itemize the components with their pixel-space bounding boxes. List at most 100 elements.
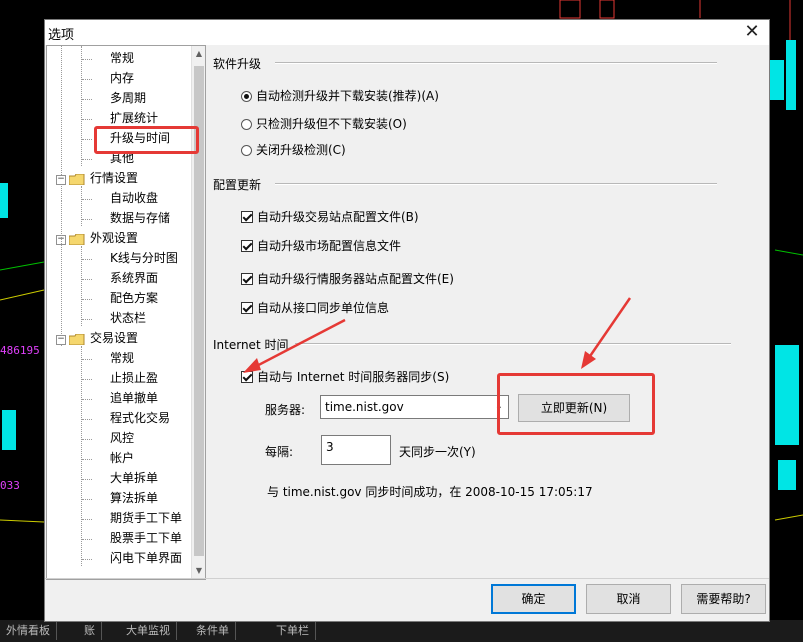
taskbar-tab[interactable]: 下单栏 <box>270 622 316 640</box>
upgrade-option-check-only-label: 只检测升级但不下载安装(O) <box>256 117 407 131</box>
tree-branch <box>82 459 92 460</box>
tree-branch <box>82 259 92 260</box>
title-bar: 选项 ✕ <box>45 20 769 45</box>
internet-time-sync-option[interactable]: 自动与 Internet 时间服务器同步(S) <box>241 369 449 385</box>
tree-branch <box>82 59 92 60</box>
tree-item-general[interactable]: 常规 <box>110 49 134 67</box>
checkbox-checked-icon[interactable] <box>241 371 253 383</box>
config-option-unit-sync-label: 自动从接口同步单位信息 <box>257 301 390 315</box>
server-select[interactable]: time.nist.gov ⌄ <box>320 395 509 419</box>
tree-item-auto-close[interactable]: 自动收盘 <box>110 189 158 207</box>
tree-item-algo-split[interactable]: 算法拆单 <box>110 489 158 507</box>
checkbox-checked-icon[interactable] <box>241 240 253 252</box>
taskbar-tab[interactable]: 外情看板 <box>0 622 57 640</box>
taskbar-tab[interactable]: 大单监视 <box>120 622 177 640</box>
tree-branch <box>82 199 92 200</box>
tree-branch <box>82 539 92 540</box>
tree-item-kline[interactable]: K线与分时图 <box>110 249 178 267</box>
upgrade-section-title: 软件升级 <box>213 57 262 71</box>
tree-item-futures-manual[interactable]: 期货手工下单 <box>110 509 182 527</box>
tree-guide-line <box>81 46 82 166</box>
tree-item-stock-manual[interactable]: 股票手工下单 <box>110 529 182 547</box>
tree-item-multi-period[interactable]: 多周期 <box>110 89 146 107</box>
tree-item-large-order-split[interactable]: 大单拆单 <box>110 469 158 487</box>
config-option-market-label: 自动升级市场配置信息文件 <box>257 239 402 253</box>
upgrade-option-auto-label: 自动检测升级并下载安装(推荐)(A) <box>256 89 439 103</box>
tree-guide-line <box>81 246 82 326</box>
upgrade-option-check-only[interactable]: 只检测升级但不下载安装(O) <box>241 116 407 132</box>
radio-icon[interactable] <box>241 119 252 130</box>
config-option-unit-sync[interactable]: 自动从接口同步单位信息 <box>241 300 389 316</box>
cancel-button[interactable]: 取消 <box>586 584 671 614</box>
tree-branch <box>82 299 92 300</box>
tree-branch <box>82 279 92 280</box>
dialog-title: 选项 <box>48 28 75 43</box>
checkbox-checked-icon[interactable] <box>241 302 253 314</box>
tree-item-risk-control[interactable]: 风控 <box>110 429 134 447</box>
scroll-down-icon[interactable]: ▼ <box>194 565 204 577</box>
tree-item-status-bar[interactable]: 状态栏 <box>110 309 146 327</box>
internet-time-section-title: Internet 时间 <box>213 338 289 352</box>
tree-item-account[interactable]: 帐户 <box>110 449 134 467</box>
interval-input[interactable]: 3 <box>321 435 391 465</box>
background-ticker: 486195 <box>0 344 40 357</box>
tree-item-chase-cancel[interactable]: 追单撤单 <box>110 389 158 407</box>
close-icon[interactable]: ✕ <box>741 21 763 43</box>
config-option-quote-server[interactable]: 自动升级行情服务器站点配置文件(E) <box>241 271 454 287</box>
section-divider <box>295 343 731 345</box>
checkbox-checked-icon[interactable] <box>241 211 253 223</box>
tree-branch <box>82 399 92 400</box>
config-option-market[interactable]: 自动升级市场配置信息文件 <box>241 238 401 254</box>
tree-item-memory[interactable]: 内存 <box>110 69 134 87</box>
tree-item-appearance[interactable]: 外观设置 <box>90 229 138 247</box>
tree-guide-line <box>81 186 82 226</box>
tree-branch <box>82 79 92 80</box>
tree-item-ext-stats[interactable]: 扩展统计 <box>110 109 158 127</box>
tree-branch <box>82 439 92 440</box>
config-option-quote-server-label: 自动升级行情服务器站点配置文件(E) <box>257 272 454 286</box>
section-divider <box>275 62 717 64</box>
tree-item-flash-order[interactable]: 闪电下单界面 <box>110 549 182 567</box>
tree-item-algo-trading[interactable]: 程式化交易 <box>110 409 170 427</box>
radio-icon[interactable] <box>241 145 252 156</box>
background-ticker-2: 033 <box>0 479 20 492</box>
tree-branch <box>82 319 92 320</box>
help-button[interactable]: 需要帮助? <box>681 584 766 614</box>
tree-branch <box>82 119 92 120</box>
tree-branch <box>82 559 92 560</box>
tree-item-trade-general[interactable]: 常规 <box>110 349 134 367</box>
config-option-trade-site[interactable]: 自动升级交易站点配置文件(B) <box>241 209 419 225</box>
taskbar-tab[interactable]: 账 <box>78 622 102 640</box>
tree-item-color-scheme[interactable]: 配色方案 <box>110 289 158 307</box>
tree-item-stop-loss[interactable]: 止损止盈 <box>110 369 158 387</box>
tree-branch <box>82 419 92 420</box>
tree-item-system-ui[interactable]: 系统界面 <box>110 269 158 287</box>
background-taskbar: 外情看板 账 大单监视 条件单 下单栏 <box>0 620 803 642</box>
ok-button[interactable]: 确定 <box>491 584 576 614</box>
tree-item-data-storage[interactable]: 数据与存储 <box>110 209 170 227</box>
radio-selected-icon[interactable] <box>241 91 252 102</box>
tree-branch <box>82 479 92 480</box>
server-label: 服务器: <box>265 403 306 417</box>
tree-branch <box>82 359 92 360</box>
tree-branch <box>82 519 92 520</box>
checkbox-checked-icon[interactable] <box>241 273 253 285</box>
annotation-highlight-button <box>497 373 655 435</box>
collapse-icon[interactable]: − <box>56 175 66 185</box>
tree-branch <box>82 499 92 500</box>
upgrade-option-off[interactable]: 关闭升级检测(C) <box>241 142 346 158</box>
interval-label: 每隔: <box>265 445 294 459</box>
tree-item-quote-settings[interactable]: 行情设置 <box>90 169 138 187</box>
interval-suffix: 天同步一次(Y) <box>399 445 476 459</box>
arrow-head-icon <box>581 351 596 369</box>
tree-branch <box>82 99 92 100</box>
config-section-title: 配置更新 <box>213 178 262 192</box>
upgrade-option-auto[interactable]: 自动检测升级并下载安装(推荐)(A) <box>241 88 439 104</box>
collapse-icon[interactable]: − <box>56 335 66 345</box>
tree-guide-line <box>61 201 62 346</box>
tree-item-trade-settings[interactable]: 交易设置 <box>90 329 138 347</box>
options-dialog: 选项 ✕ 常规 内存 多周期 扩展统计 升级与时间 其他 − 行情设置 自动收盘… <box>44 19 770 622</box>
folder-icon <box>69 174 85 185</box>
taskbar-tab[interactable]: 条件单 <box>190 622 236 640</box>
scroll-up-icon[interactable]: ▲ <box>194 48 204 60</box>
